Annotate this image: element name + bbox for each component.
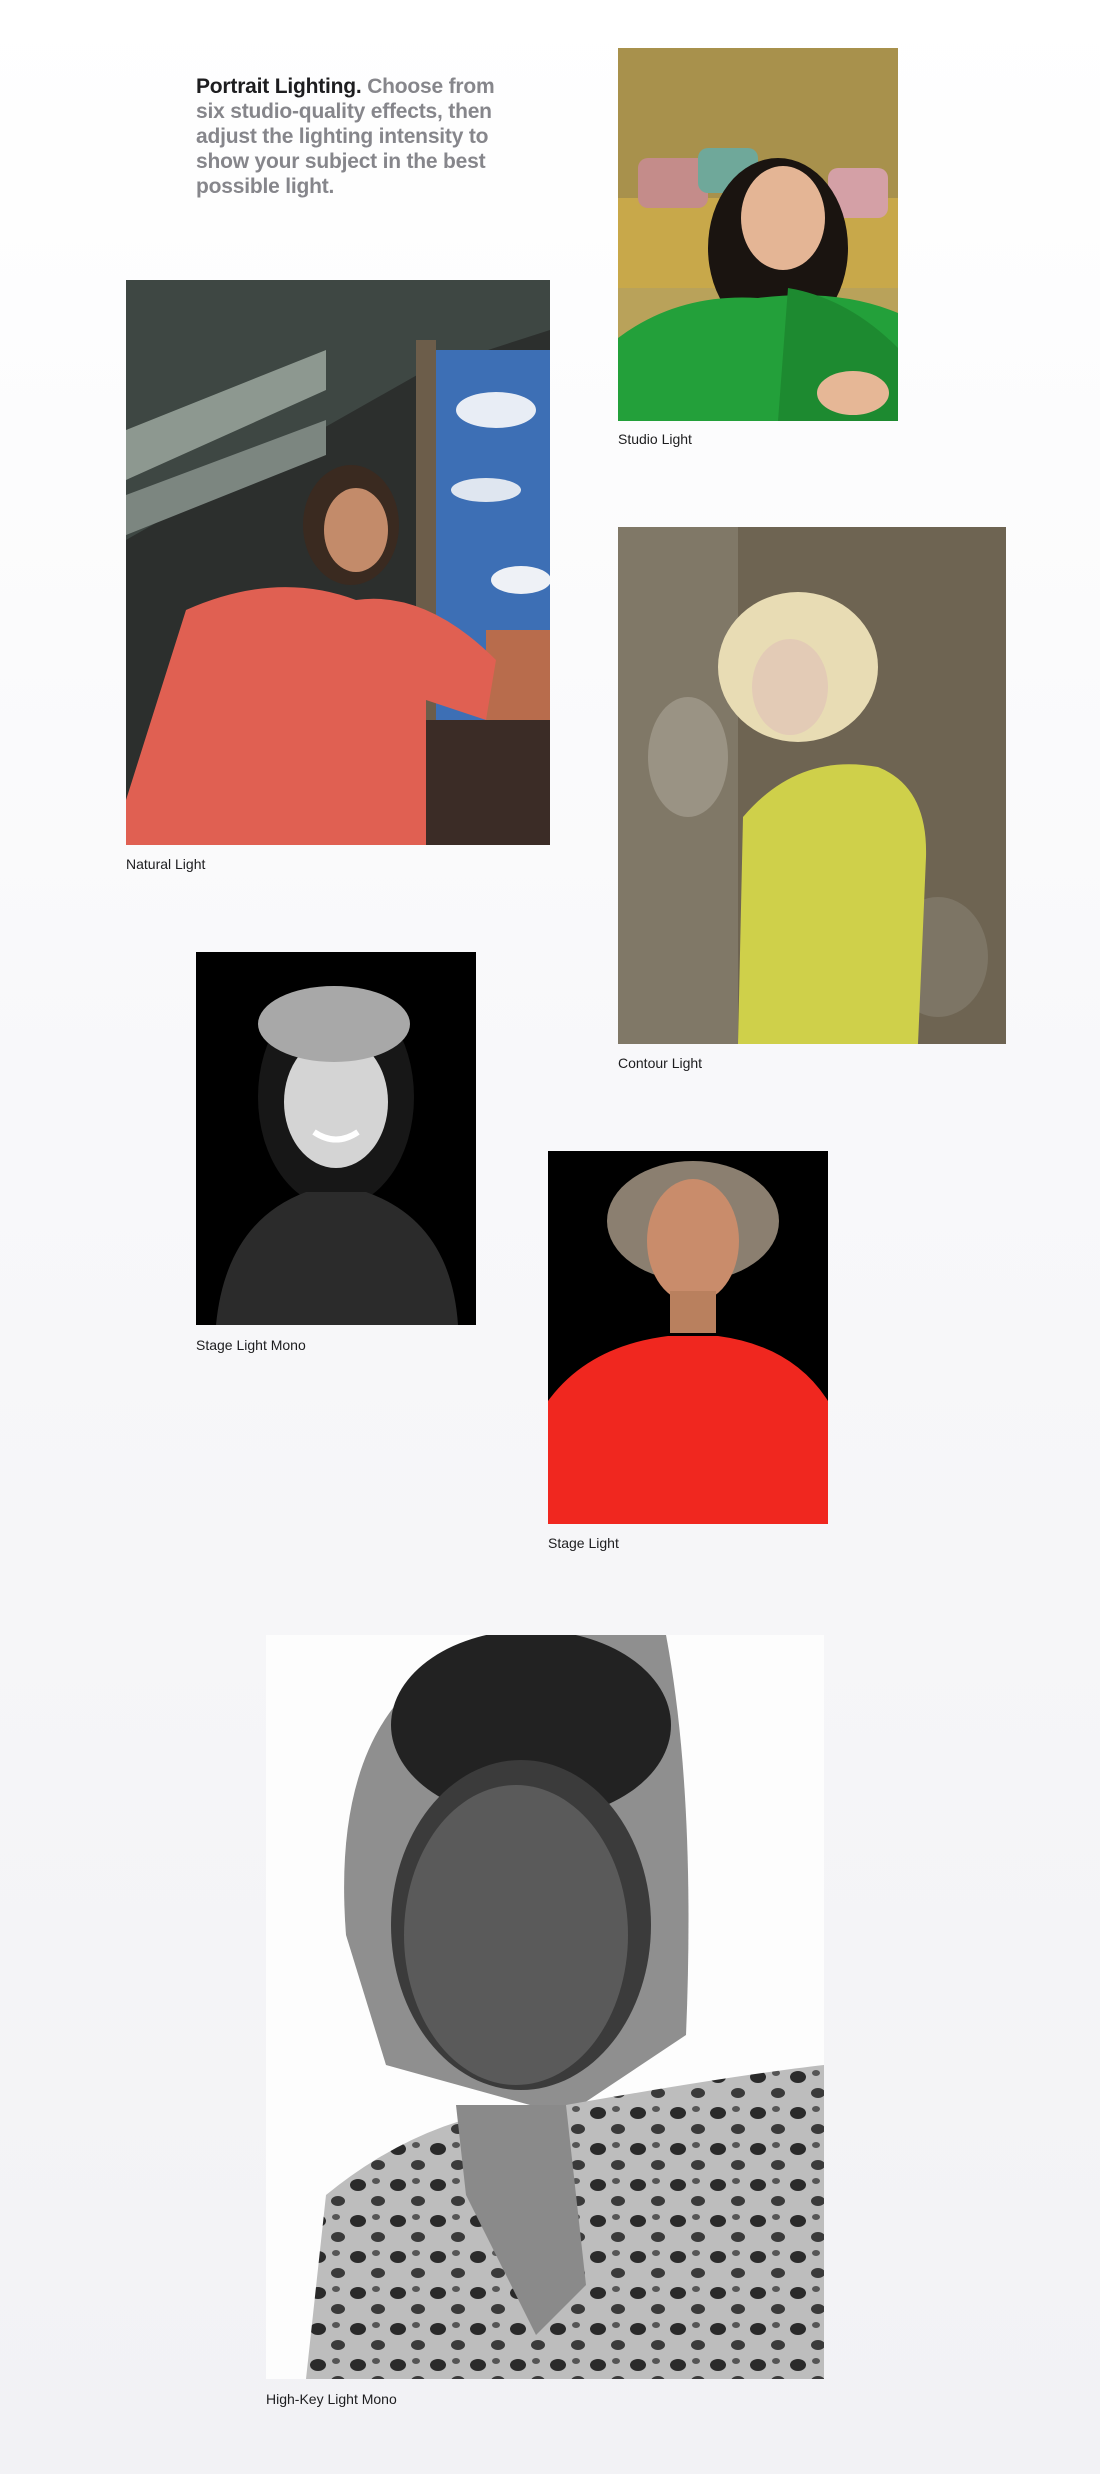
photo-caption: Stage Light Mono (196, 1337, 306, 1353)
contour-light-photo (618, 527, 1006, 1044)
stage-light-photo (548, 1151, 828, 1524)
photo-caption: Natural Light (126, 856, 206, 872)
photo-caption: Studio Light (618, 431, 692, 447)
photo-caption: High-Key Light Mono (266, 2391, 397, 2407)
portrait-lighting-intro: Portrait Lighting. Choose from six studi… (196, 74, 496, 199)
photo-caption: Contour Light (618, 1055, 703, 1071)
natural-light-photo (126, 280, 550, 845)
photo-caption: Stage Light (548, 1535, 619, 1551)
intro-lead: Portrait Lighting. (196, 75, 362, 98)
stage-light-mono-photo (196, 952, 476, 1325)
studio-light-photo (618, 48, 898, 421)
high-key-light-mono-photo (266, 1635, 824, 2379)
